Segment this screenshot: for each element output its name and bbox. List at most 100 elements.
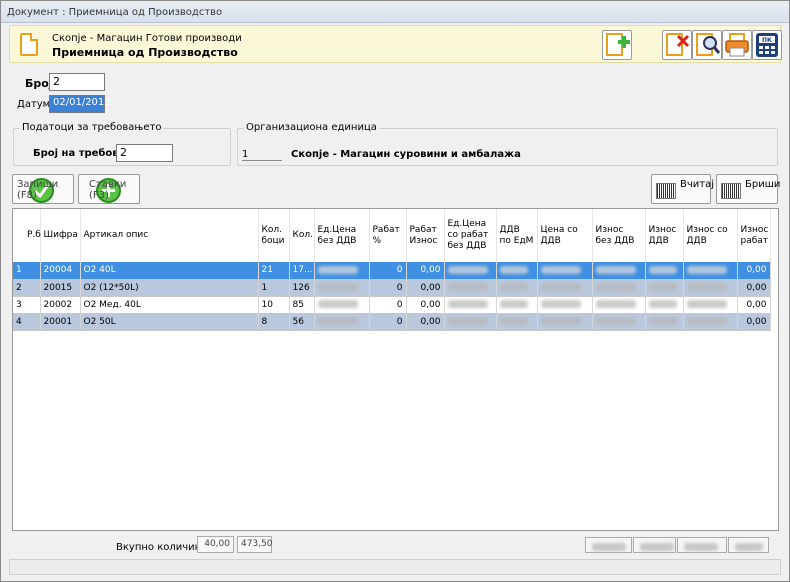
col-header-iznos-so-ddv[interactable]: Износ со ДДВ: [683, 209, 738, 262]
new-document-button[interactable]: [602, 30, 632, 60]
redacted-value: [686, 300, 727, 308]
cell-kol: 17...: [289, 262, 315, 280]
cell-kol: 85: [289, 296, 315, 314]
cell-opis: O2 50L: [80, 313, 259, 331]
cell-rb: 3: [13, 296, 41, 314]
items-button-label: Ставки (F3): [89, 179, 127, 201]
col-header-rabat-iznos[interactable]: Рабат Износ: [406, 209, 445, 262]
load-button-label: Вчитај: [680, 179, 714, 190]
col-header-rb[interactable]: Р.б: [13, 209, 41, 262]
save-button-label: Запиши (F8): [17, 179, 59, 201]
datum-field[interactable]: 02/01/2013: [49, 95, 111, 113]
cell-rb: 1: [13, 262, 41, 280]
col-header-sifra[interactable]: Шифра: [40, 209, 81, 262]
col-header-ed-cena[interactable]: Ед.Цена без ДДВ: [314, 209, 370, 262]
broj-field[interactable]: 2: [49, 73, 105, 91]
redacted-value: [648, 317, 677, 325]
cell-iznos-ddv: [645, 279, 684, 297]
cell-iznos-so-ddv: [683, 313, 738, 331]
col-header-kol-boci[interactable]: Кол. боци: [258, 209, 290, 262]
items-button[interactable]: Ставки (F3): [78, 174, 140, 204]
col-header-ddv-edm[interactable]: ДДВ по ЕдМ: [496, 209, 538, 262]
erase-button-label: Бриши: [745, 179, 781, 190]
cell-sifra: 20001: [40, 313, 81, 331]
cell-cena-ddv: [537, 279, 593, 297]
table-row[interactable]: 4 20001 O2 50L 8 56 0 0,00 0,00: [13, 313, 771, 331]
cell-kol: 56: [289, 313, 315, 331]
col-header-kol[interactable]: Кол.: [289, 209, 315, 262]
cell-iznos-rabat: 0,00: [737, 313, 771, 331]
redacted-value: [540, 300, 581, 308]
items-grid[interactable]: Р.б Шифра Артикал опис Кол. боци Кол. Ед…: [12, 208, 779, 531]
save-button[interactable]: Запиши (F8): [12, 174, 74, 204]
search-doc-icon: [696, 33, 721, 56]
redacted-value: [595, 300, 636, 308]
total-field-1: [585, 537, 632, 553]
search-document-button[interactable]: [692, 30, 722, 60]
org-unit-group: Организациона единица: [237, 122, 778, 166]
calculator-icon: ПК: [756, 33, 778, 57]
table-row[interactable]: 2 20015 O2 (12*50L) 1 126 0 0,00 0,00: [13, 279, 771, 297]
cell-ed-cena-rabat: [444, 279, 497, 297]
cell-opis: O2 Мед. 40L: [80, 296, 259, 314]
cell-ddv-edm: [496, 262, 538, 280]
redacted-value: [686, 317, 727, 325]
new-doc-icon: [606, 33, 630, 56]
col-header-cena-ddv[interactable]: Цена со ДДВ: [537, 209, 593, 262]
delete-document-button[interactable]: [662, 30, 692, 60]
cell-rb: 4: [13, 313, 41, 331]
total-kol: 473,50: [237, 536, 273, 553]
cell-sifra: 20002: [40, 296, 81, 314]
items-table: Р.б Шифра Артикал опис Кол. боци Кол. Ед…: [13, 209, 771, 331]
col-header-iznos-bez-ddv[interactable]: Износ без ДДВ: [592, 209, 646, 262]
redacted-value: [595, 283, 636, 291]
cell-opis: O2 40L: [80, 262, 259, 280]
cell-ddv-edm: [496, 313, 538, 331]
cell-iznos-ddv: [645, 296, 684, 314]
col-header-iznos-rabat[interactable]: Износ рабат: [737, 209, 771, 262]
redacted-value: [317, 317, 358, 325]
grid-header-row: Р.б Шифра Артикал опис Кол. боци Кол. Ед…: [13, 209, 771, 262]
cell-iznos-bez-ddv: [592, 296, 646, 314]
cell-ed-cena: [314, 296, 370, 314]
org-unit-code[interactable]: 1: [242, 149, 282, 161]
status-bar: [9, 559, 781, 575]
col-header-ed-cena-rabat[interactable]: Ед.Цена со рабат без ДДВ: [444, 209, 497, 262]
redacted-value: [499, 300, 528, 308]
redacted-value: [540, 317, 581, 325]
cell-ed-cena: [314, 262, 370, 280]
cell-opis: O2 (12*50L): [80, 279, 259, 297]
org-unit-name: Скопје - Магацин суровини и амбалажа: [291, 149, 521, 160]
redacted-value: [499, 265, 528, 274]
redacted-value: [499, 283, 528, 291]
redacted-value: [447, 283, 488, 291]
cell-iznos-rabat: 0,00: [737, 262, 771, 280]
redacted-value: [640, 542, 674, 551]
load-button[interactable]: Вчитај: [651, 174, 714, 204]
col-header-opis[interactable]: Артикал опис: [80, 209, 259, 262]
cell-rabat-iznos: 0,00: [406, 313, 445, 331]
cell-iznos-so-ddv: [683, 296, 738, 314]
cell-kol-boci: 1: [258, 279, 290, 297]
barcode-icon: [656, 183, 676, 199]
redacted-value: [540, 283, 581, 291]
col-header-rabat-pct[interactable]: Рабат %: [369, 209, 407, 262]
redacted-value: [735, 542, 763, 551]
cell-iznos-so-ddv: [683, 262, 738, 280]
table-row[interactable]: 3 20002 O2 Мед. 40L 10 85 0 0,00 0,00: [13, 296, 771, 314]
redacted-value: [686, 265, 727, 274]
barcode-erase-icon: [721, 183, 741, 199]
print-button[interactable]: [722, 30, 752, 60]
svg-text:ПК: ПК: [762, 37, 772, 44]
cell-kol: 126: [289, 279, 315, 297]
erase-button[interactable]: Бриши: [716, 174, 781, 204]
total-boci: 40,00: [197, 536, 234, 553]
redacted-value: [648, 265, 677, 274]
table-row[interactable]: 1 20004 O2 40L 21 17... 0 0,00 0,00: [13, 262, 771, 280]
trebovanje-field[interactable]: 2: [116, 144, 173, 162]
cell-ed-cena: [314, 313, 370, 331]
col-header-iznos-ddv[interactable]: Износ ДДВ: [645, 209, 684, 262]
total-field-2: [633, 537, 676, 553]
cell-rabat-pct: 0: [369, 279, 407, 297]
calculator-button[interactable]: ПК: [752, 30, 782, 60]
